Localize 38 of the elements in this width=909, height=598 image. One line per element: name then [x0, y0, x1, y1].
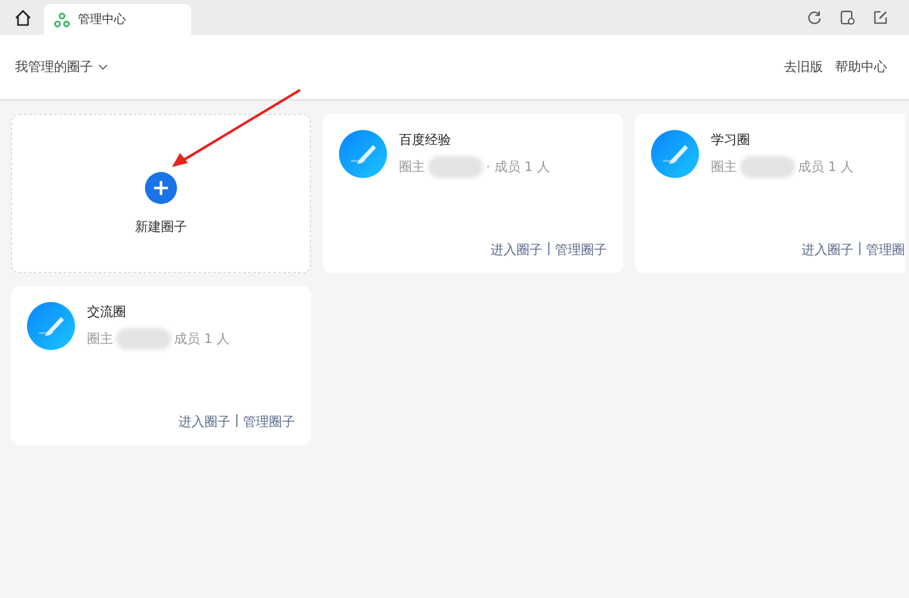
member-count: 成员 1 人	[174, 331, 230, 348]
tab-label: 管理中心	[78, 11, 126, 28]
member-count: 成员 1 人	[798, 159, 854, 176]
separator: |	[234, 413, 239, 430]
separator: |	[546, 241, 551, 258]
home-icon	[14, 8, 32, 26]
redacted-name	[116, 328, 171, 350]
document-clock-icon[interactable]	[840, 10, 855, 25]
pencil-avatar-icon	[339, 130, 387, 178]
circle-action-link[interactable]: 进入圈子	[802, 241, 854, 259]
circle-action-link[interactable]: 管理圈	[866, 241, 905, 259]
owner-label: 圈主	[711, 159, 737, 176]
pencil-avatar-icon	[27, 302, 75, 350]
chevron-down-icon	[98, 64, 108, 70]
circle-name: 学习圈	[711, 132, 751, 149]
plus-circle-icon	[145, 172, 177, 204]
separator: |	[858, 241, 862, 258]
circle-filter-dropdown[interactable]: 我管理的圈子	[15, 58, 108, 76]
new-circle-card[interactable]: 新建圈子	[11, 114, 311, 273]
circle-action-link[interactable]: 进入圈子	[178, 413, 231, 431]
owner-label: 圈主	[399, 159, 425, 176]
redacted-name	[428, 156, 483, 178]
circle-action-link[interactable]: 进入圈子	[490, 241, 543, 259]
circle-action-link[interactable]: 管理圈子	[243, 413, 295, 431]
circle-nodes-icon	[54, 12, 70, 28]
pencil-avatar-icon	[651, 130, 699, 178]
member-count: · 成员 1 人	[486, 159, 550, 176]
header-link[interactable]: 帮助中心	[835, 58, 887, 76]
redacted-name	[740, 156, 795, 178]
owner-label: 圈主	[87, 331, 113, 348]
refresh-icon[interactable]	[807, 10, 822, 25]
header-link[interactable]: 去旧版	[784, 58, 823, 76]
circle-name: 百度经验	[399, 132, 452, 149]
circle-name: 交流圈	[87, 304, 127, 321]
new-circle-label: 新建圈子	[135, 218, 187, 236]
edit-icon[interactable]	[873, 10, 888, 25]
tab[interactable]: 管理中心	[44, 4, 191, 35]
circle-action-link[interactable]: 管理圈子	[555, 241, 607, 259]
